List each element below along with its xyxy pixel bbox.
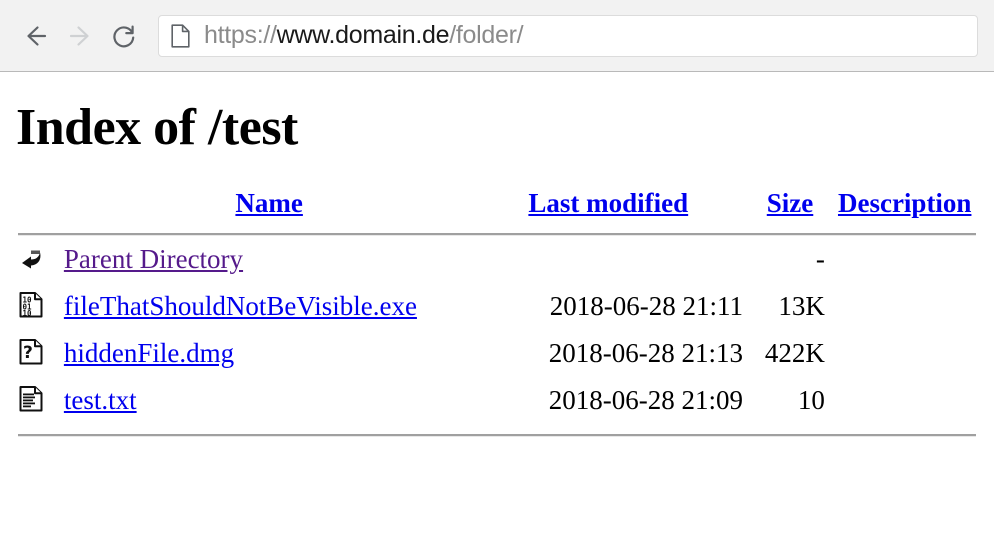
description-cell: [825, 236, 976, 283]
index-table: Name Last modified Size Description: [18, 188, 976, 225]
size-cell: -: [815, 243, 825, 274]
page-icon: [171, 23, 190, 48]
table-row: Parent Directory -: [18, 236, 976, 283]
page-title: Index of /test: [16, 99, 298, 156]
url-host: www.domain.de: [276, 21, 450, 49]
url-scheme: https://: [204, 21, 277, 49]
last-modified-cell: 2018-06-28 21:09: [548, 384, 743, 415]
browser-toolbar: https://www.domain.de/folder/: [0, 0, 994, 72]
description-cell: [825, 283, 976, 330]
header-size[interactable]: Size: [742, 188, 824, 225]
url-path: /folder/: [449, 21, 524, 49]
svg-text:10: 10: [23, 309, 33, 318]
index-rows-table: Parent Directory - 10 01 10 fileThatShouldNot…: [18, 236, 976, 424]
sort-by-name-link[interactable]: Name: [235, 188, 302, 218]
size-cell: 422K: [764, 337, 825, 368]
file-link[interactable]: test.txt: [64, 385, 137, 415]
back-arrow-icon: [27, 25, 47, 46]
file-name-cell: fileThatShouldNotBeVisible.exe: [64, 283, 476, 330]
page-content: Index of /test Name Last modified Size D…: [0, 98, 994, 437]
header-icon-spacer: [18, 188, 64, 225]
header-last-modified[interactable]: Last modified: [474, 188, 742, 225]
sort-by-description-link[interactable]: Description: [838, 188, 971, 218]
forward-button[interactable]: [58, 14, 102, 58]
reload-icon: [113, 24, 135, 47]
file-name-cell: test.txt: [64, 377, 476, 424]
description-cell: [825, 377, 976, 424]
size-cell: 13K: [778, 290, 825, 321]
description-cell: [825, 330, 976, 377]
reload-button[interactable]: [102, 14, 146, 58]
table-row: ? hiddenFile.dmg 2018-06-28 21:13 422K: [18, 330, 976, 377]
file-name-cell: Parent Directory: [64, 236, 476, 283]
last-modified-cell: [475, 236, 743, 283]
last-modified-cell: 2018-06-28 21:11: [549, 290, 743, 321]
address-bar[interactable]: https://www.domain.de/folder/: [158, 14, 978, 57]
table-row: test.txt 2018-06-28 21:09 10: [18, 377, 976, 424]
size-cell: 10: [797, 384, 825, 415]
header-name[interactable]: Name: [64, 188, 475, 225]
listing-bottom-divider: [18, 433, 976, 437]
file-link[interactable]: Parent Directory: [64, 244, 243, 274]
table-header-row: Name Last modified Size Description: [18, 188, 976, 225]
svg-text:?: ?: [23, 343, 33, 363]
directory-listing: Name Last modified Size Description Pare…: [0, 188, 994, 437]
header-description[interactable]: Description: [824, 188, 976, 225]
sort-by-last-modified-link[interactable]: Last modified: [528, 188, 688, 218]
file-link[interactable]: fileThatShouldNotBeVisible.exe: [64, 291, 417, 321]
file-name-cell: hiddenFile.dmg: [64, 330, 476, 377]
forward-arrow-icon: [69, 25, 89, 46]
file-link[interactable]: hiddenFile.dmg: [64, 338, 234, 368]
sort-by-size-link[interactable]: Size: [767, 188, 814, 218]
address-bar-text: https://www.domain.de/folder/: [204, 21, 524, 49]
binary-file-icon: 10 01 10: [18, 283, 64, 330]
back-arrow-icon: [18, 236, 64, 283]
text-file-icon: [18, 377, 64, 424]
unknown-file-icon: ?: [18, 330, 64, 377]
last-modified-cell: 2018-06-28 21:13: [548, 337, 743, 368]
table-row: 10 01 10 fileThatShouldNotBeVisible.exe 2018…: [18, 283, 976, 330]
back-button[interactable]: [14, 14, 58, 58]
